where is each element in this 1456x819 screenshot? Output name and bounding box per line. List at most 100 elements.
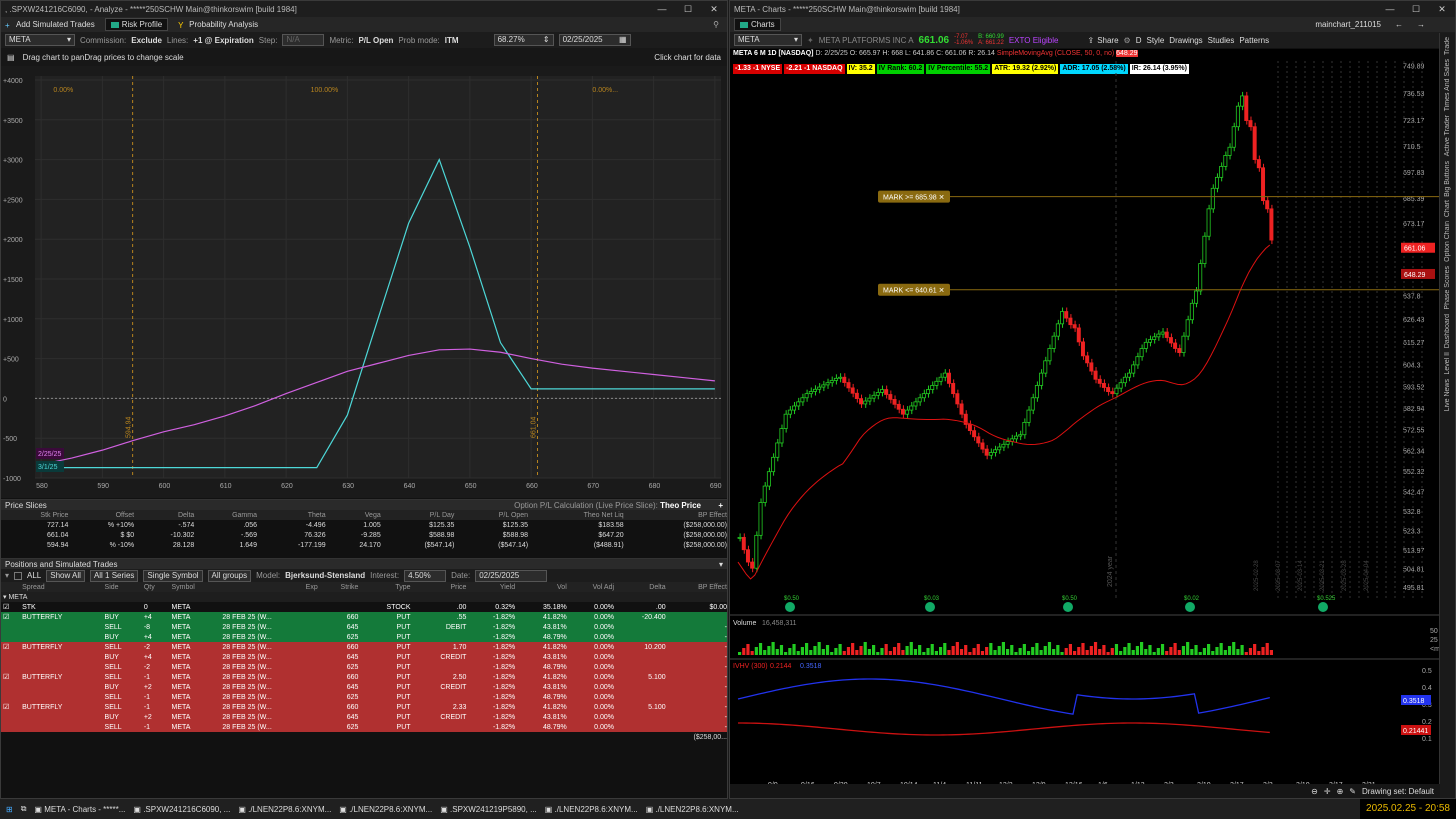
groups-filter[interactable]: All groups [207, 569, 252, 582]
start-icon[interactable]: ⊞ [6, 805, 13, 814]
side-tab[interactable]: Big Buttons [1444, 161, 1451, 197]
candle-body [817, 386, 822, 390]
patterns-button[interactable]: Patterns [1239, 36, 1269, 45]
position-row[interactable]: BUY +4 META 28 FEB 25 (W... 645 PUT CREDIT -1.8… [1, 652, 727, 662]
slice-cell: ($488.91) [530, 540, 626, 550]
date-picker[interactable]: 02/25/2025 ▦ [558, 34, 631, 46]
position-row[interactable]: ☑ BUTTERFLY BUY +4 META 28 FEB 25 (W... 660 PUT… [1, 612, 727, 622]
price-chart-area[interactable]: META 6 M 1D [NASDAQ] D: 2/25/25 O: 665.9… [730, 49, 1440, 798]
style-button[interactable]: Style [1147, 36, 1165, 45]
price-axis-label: 736.53 [1403, 91, 1425, 98]
side-tab[interactable]: Dashboard [1444, 314, 1451, 348]
maximize-icon[interactable]: ☐ [1403, 1, 1429, 17]
back-icon[interactable]: ← [1395, 20, 1403, 29]
pos-date-picker[interactable]: 02/25/2025 [475, 569, 548, 582]
slice-cell[interactable]: % +10% [70, 520, 137, 530]
slice-cell[interactable]: 661.04 [1, 530, 71, 540]
position-row[interactable]: ☑ STK 0 META STOCK .00 0.32% 35.18% 0.00% .00 $0.0… [1, 602, 727, 612]
alert-label: MARK <= 640.61 ✕ [883, 288, 945, 295]
crosshair-icon[interactable]: ✛ [1324, 787, 1331, 796]
slice-cell[interactable]: % -10% [70, 540, 137, 550]
position-row[interactable]: SELL -1 META 28 FEB 25 (W... 625 PUT -1.82% 48.… [1, 692, 727, 702]
taskbar-item[interactable]: ▣ .SPXW241219P5890, ... [440, 805, 537, 814]
all-checkbox[interactable] [14, 571, 23, 580]
share-button[interactable]: ⇪ Share [1087, 36, 1118, 45]
group-row[interactable]: ▾ META [1, 592, 727, 602]
collapse-arrow-icon[interactable]: ▾ [5, 571, 9, 580]
close-icon[interactable]: ✕ [701, 1, 727, 17]
position-row[interactable]: SELL -8 META 28 FEB 25 (W... 645 PUT DEBIT -1.8… [1, 622, 727, 632]
position-row[interactable]: SELL -2 META 28 FEB 25 (W... 625 PUT -1.82% 48.… [1, 662, 727, 672]
maximize-icon[interactable]: ☐ [675, 1, 701, 17]
slice-row[interactable]: 661.04 $ $0 -10.302 -.569 76.326 -9.285 $588.9… [1, 530, 727, 540]
position-row[interactable]: ☑ BUTTERFLY SELL -1 META 28 FEB 25 (W... 660 PU… [1, 672, 727, 682]
zoom-in-icon[interactable]: ⊕ [1337, 787, 1344, 796]
side-tab[interactable]: Option Chain [1444, 221, 1451, 262]
candle-body [1106, 387, 1111, 393]
volume-bar [964, 645, 968, 655]
taskbar-item[interactable]: ▣ ./LNEN22P8.6:XNYM... [646, 805, 739, 814]
studies-button[interactable]: Studies [1208, 36, 1235, 45]
gear-icon[interactable]: ⚙ [1124, 36, 1131, 45]
volume-label: Volume [733, 620, 756, 627]
side-tab[interactable]: Trade [1444, 37, 1451, 55]
side-tab[interactable]: Chart [1444, 200, 1451, 217]
symbol-select[interactable]: META ▾ [5, 34, 75, 46]
slice-cell[interactable]: 594.94 [1, 540, 71, 550]
probability-analysis-tab[interactable]: Y Probability Analysis [178, 20, 258, 30]
position-cell: -1.82% [468, 692, 518, 702]
side-tab[interactable]: Live News [1444, 379, 1451, 411]
risk-profile-chart[interactable]: +4000 +3500 +3000 +2500 +2000 +1500 +1000 +500 0… [1, 66, 727, 498]
collapse-icon[interactable]: ▾ [719, 560, 723, 569]
timeframe-button[interactable]: D [1136, 36, 1142, 45]
volume-bar [1215, 647, 1219, 655]
zoom-out-icon[interactable]: ⊖ [1311, 787, 1318, 796]
interest-input[interactable]: 4.50% [404, 569, 447, 582]
slice-cell: 76.326 [258, 530, 328, 540]
position-row[interactable]: BUY +2 META 28 FEB 25 (W... 645 PUT CREDIT -1.8… [1, 712, 727, 722]
model-value[interactable]: Bjerksund-Stensland [285, 571, 365, 580]
position-row[interactable]: ☑ BUTTERFLY SELL -2 META 28 FEB 25 (W... 660 PU… [1, 642, 727, 652]
lines-value[interactable]: +1 @ Expiration [193, 36, 253, 45]
pin-icon[interactable]: ⚲ [713, 20, 719, 29]
symbol-filter[interactable]: Single Symbol [143, 569, 203, 582]
forward-icon[interactable]: → [1417, 20, 1425, 29]
position-row[interactable]: ☑ BUTTERFLY SELL -1 META 28 FEB 25 (W... 660 PU… [1, 702, 727, 712]
position-row[interactable]: SELL -1 META 28 FEB 25 (W... 625 PUT -1.82% 48.… [1, 722, 727, 732]
step-input[interactable]: N/A [282, 34, 325, 46]
taskview-icon[interactable]: ⧉ [21, 804, 27, 814]
pct-stepper[interactable]: 68.27% ⇕ [493, 34, 554, 46]
metric-value[interactable]: P/L Open [358, 36, 393, 45]
side-tab[interactable]: Level II [1444, 352, 1451, 375]
add-slice-icon[interactable]: + [718, 501, 723, 510]
slice-cell[interactable]: $ $0 [70, 530, 137, 540]
calc-mode[interactable]: Theo Price [660, 501, 701, 510]
position-row[interactable]: BUY +4 META 28 FEB 25 (W... 625 PUT -1.82% 48.7… [1, 632, 727, 642]
taskbar-item[interactable]: ▣ .SPXW241216C6090, ... [133, 805, 230, 814]
minimize-icon[interactable]: — [1377, 1, 1403, 17]
taskbar-item[interactable]: ▣ ./LNEN22P8.6:XNYM... [238, 805, 331, 814]
minimize-icon[interactable]: — [649, 1, 675, 17]
slice-row[interactable]: 727.14% +10% -.574.056 -4.496 1.005 $125.35 $… [1, 520, 727, 530]
position-cell: -1.82% [468, 672, 518, 682]
charts-tab[interactable]: Charts [734, 18, 781, 31]
taskbar-item[interactable]: ▣ ./LNEN22P8.6:XNYM... [545, 805, 638, 814]
drawings-button[interactable]: Drawings [1169, 36, 1202, 45]
series-filter[interactable]: All 1 Series [89, 569, 139, 582]
add-simulated-trades-tab[interactable]: + Add Simulated Trades [5, 20, 95, 30]
close-icon[interactable]: ✕ [1429, 1, 1455, 17]
taskbar-item[interactable]: ▣ ./LNEN22P8.6:XNYM... [339, 805, 432, 814]
position-row[interactable]: BUY +2 META 28 FEB 25 (W... 645 PUT CREDIT -1.8… [1, 682, 727, 692]
risk-profile-tab[interactable]: Risk Profile [104, 18, 169, 31]
slice-cell[interactable]: 727.14 [1, 520, 71, 530]
show-filter[interactable]: Show All [46, 569, 85, 582]
slice-row[interactable]: 594.94% -10% 28.128 1.649 -177.199 24.170 ($5… [1, 540, 727, 550]
commission-value[interactable]: Exclude [131, 36, 162, 45]
side-tab[interactable]: Times And Sales [1444, 59, 1451, 111]
side-tab[interactable]: Active Trader [1444, 115, 1451, 156]
prob-mode-value[interactable]: ITM [445, 36, 459, 45]
chart-symbol-select[interactable]: META ▾ [734, 34, 802, 46]
taskbar-item[interactable]: ▣ META - Charts - *****... [34, 805, 125, 814]
pencil-icon[interactable]: ✎ [1349, 787, 1356, 796]
side-tab[interactable]: Phase Scores [1444, 266, 1451, 310]
